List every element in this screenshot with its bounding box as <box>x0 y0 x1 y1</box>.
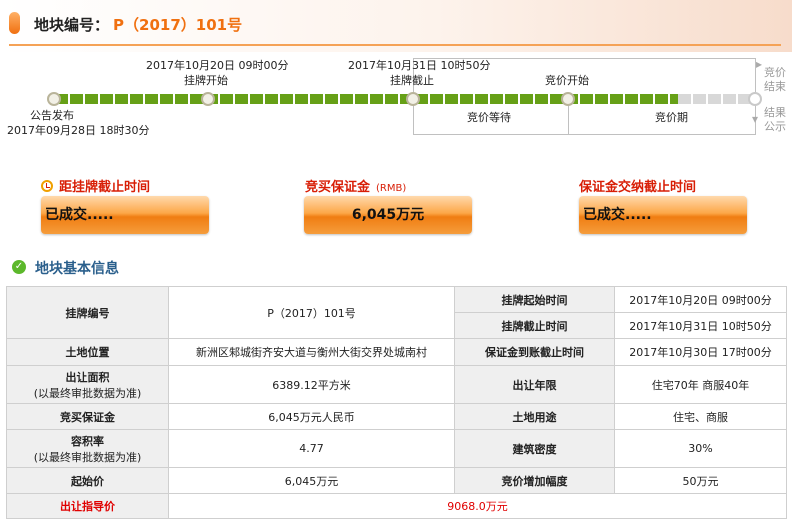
timeline-bar-done <box>55 94 678 104</box>
announcement-label: 公告发布 <box>30 109 74 122</box>
start-price-value: 6,045万元 <box>168 467 455 494</box>
section-title: 地块基本信息 <box>35 261 119 277</box>
density-value: 30% <box>614 429 787 468</box>
term-value: 住宅70年 商服40年 <box>614 365 787 404</box>
bidding-bracket-bottom <box>413 101 756 135</box>
listing-start-label: 挂牌起始时间 <box>454 286 615 313</box>
node-bidding-start <box>561 92 575 106</box>
page-title: 地块编号： P（2017）101号 <box>34 14 242 35</box>
table-row: 起始价 6,045万元 竞价增加幅度 50万元 <box>6 467 787 494</box>
listing-code-value: P（2017）101号 <box>168 286 455 339</box>
usage-value: 住宅、商服 <box>614 403 787 430</box>
table-row: 挂牌编号 P（2017）101号 挂牌起始时间 2017年10月20日 09时0… <box>6 286 787 339</box>
countdown-title: 距挂牌截止时间 <box>41 176 150 195</box>
alarm-clock-icon <box>41 180 53 192</box>
node-bidding-end <box>748 92 762 106</box>
deposit-value: 6,045万元 <box>304 196 472 234</box>
increment-label: 竞价增加幅度 <box>454 467 615 494</box>
listing-start-label: 挂牌开始 <box>184 74 228 87</box>
waiting-label: 竞价等待 <box>467 111 511 124</box>
far-label: 容积率 (以最终审批数据为准) <box>6 429 169 468</box>
timeline-bar-pending <box>678 94 754 104</box>
announcement-time: 2017年09月28日 18时30分 <box>7 124 150 137</box>
location-value: 新洲区邾城街齐安大道与衡州大街交界处城南村 <box>168 338 455 366</box>
check-circle-icon: ✓ <box>12 260 26 274</box>
header-divider <box>9 44 781 46</box>
area-value: 6389.12平方米 <box>168 365 455 404</box>
table-row: 容积率 (以最终审批数据为准) 4.77 建筑密度 30% <box>6 429 787 468</box>
deposit-deadline-value: 已成交..... <box>579 196 747 234</box>
result-label: 结果 公示 <box>764 106 786 133</box>
listing-end-label: 挂牌截止 <box>390 74 434 87</box>
increment-value: 50万元 <box>614 467 787 494</box>
listing-start-time: 2017年10月20日 09时00分 <box>146 59 289 72</box>
node-listing-start <box>201 92 215 106</box>
table-row: 出让指导价 9068.0万元 <box>6 493 787 519</box>
bidding-divider <box>568 101 569 135</box>
countdown-value: 已成交..... <box>41 196 209 234</box>
table-row: 出让面积 (以最终审批数据为准) 6389.12平方米 出让年限 住宅70年 商… <box>6 365 787 404</box>
bidding-end-label: 竞价 结束 <box>764 66 786 93</box>
deposit-value: 6,045万元人民币 <box>168 403 455 430</box>
listing-end-time: 2017年10月31日 10时50分 <box>348 59 491 72</box>
bidding-period-label: 竞价期 <box>655 111 688 124</box>
header-marker <box>9 12 20 34</box>
arrow-down-icon: ▾ <box>752 112 759 126</box>
far-value: 4.77 <box>168 429 455 468</box>
listing-end-label: 挂牌截止时间 <box>454 312 615 339</box>
start-price-label: 起始价 <box>6 467 169 494</box>
location-label: 土地位置 <box>6 338 169 366</box>
deposit-deadline-label: 保证金到账截止时间 <box>454 338 615 366</box>
area-note: (以最终审批数据为准) <box>33 386 142 400</box>
arrow-right-icon: ▸ <box>756 57 763 71</box>
parcel-code: P（2017）101号 <box>113 16 243 34</box>
node-announcement <box>47 92 61 106</box>
deposit-label: 竞买保证金 <box>6 403 169 430</box>
deposit-title: 竞买保证金 (RMB) <box>305 180 407 195</box>
deposit-unit: (RMB) <box>376 183 407 194</box>
term-label: 出让年限 <box>454 365 615 404</box>
page-header: 地块编号： P（2017）101号 <box>0 0 792 52</box>
title-prefix: 地块编号： <box>34 16 110 34</box>
guide-price-value: 9068.0万元 <box>168 493 787 519</box>
node-listing-end <box>406 92 420 106</box>
area-label: 出让面积 (以最终审批数据为准) <box>6 365 169 404</box>
parcel-info-table: 挂牌编号 P（2017）101号 挂牌起始时间 2017年10月20日 09时0… <box>6 286 787 519</box>
guide-price-label: 出让指导价 <box>6 493 169 519</box>
bidding-start-label: 竞价开始 <box>545 74 589 87</box>
listing-end-value: 2017年10月31日 10时50分 <box>614 312 787 339</box>
table-row: 竞买保证金 6,045万元人民币 土地用途 住宅、商服 <box>6 403 787 430</box>
listing-code-label: 挂牌编号 <box>6 286 169 339</box>
listing-start-value: 2017年10月20日 09时00分 <box>614 286 787 313</box>
far-note: (以最终审批数据为准) <box>33 450 142 464</box>
table-row: 土地位置 新洲区邾城街齐安大道与衡州大街交界处城南村 保证金到账截止时间 201… <box>6 338 787 366</box>
deposit-deadline-value: 2017年10月30日 17时00分 <box>614 338 787 366</box>
usage-label: 土地用途 <box>454 403 615 430</box>
deposit-deadline-title: 保证金交纳截止时间 <box>579 180 697 195</box>
density-label: 建筑密度 <box>454 429 615 468</box>
